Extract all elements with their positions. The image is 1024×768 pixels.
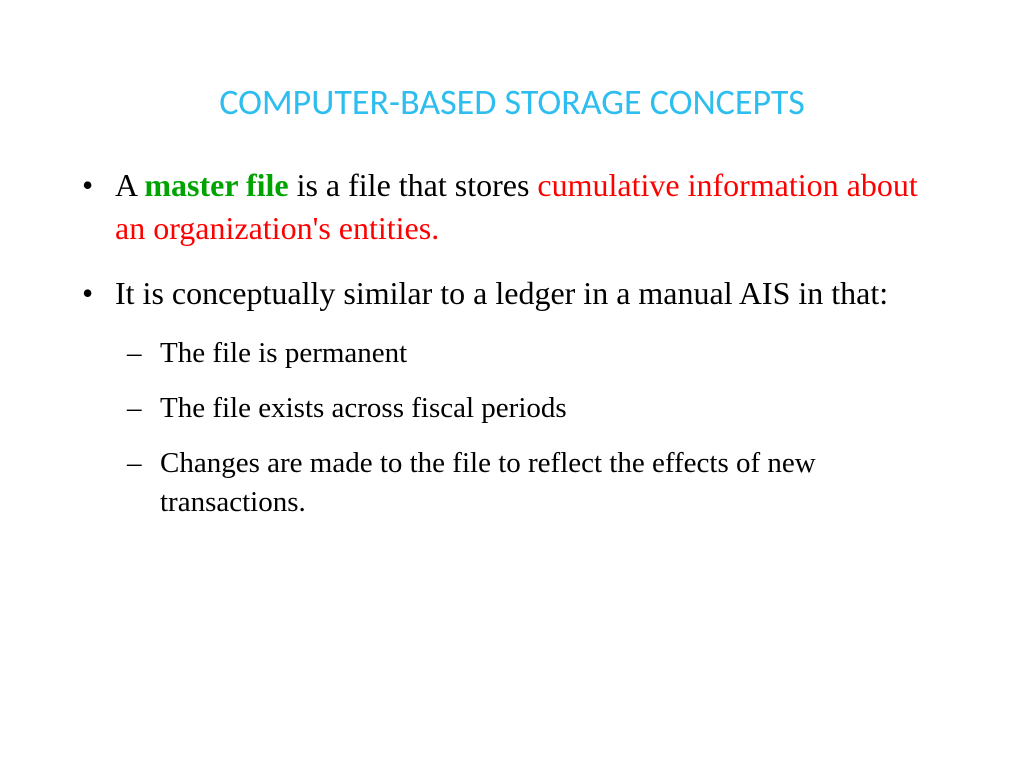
bullet-item-1: A master file is a file that stores cumu… xyxy=(70,164,954,250)
sub-item-1: The file is permanent xyxy=(115,334,954,373)
sub-item-2: The file exists across fiscal periods xyxy=(115,389,954,428)
bullet2-text: It is conceptually similar to a ledger i… xyxy=(115,275,888,311)
bullet1-mid: is a file that stores xyxy=(289,167,538,203)
slide-title: COMPUTER-BASED STORAGE CONCEPTS xyxy=(70,80,954,124)
sub-bullet-list: The file is permanent The file exists ac… xyxy=(115,334,954,523)
bullet1-green-term: master file xyxy=(144,167,288,203)
main-bullet-list: A master file is a file that stores cumu… xyxy=(70,164,954,522)
bullet1-pre: A xyxy=(115,167,144,203)
bullet-item-2: It is conceptually similar to a ledger i… xyxy=(70,272,954,522)
sub-item-3: Changes are made to the file to reflect … xyxy=(115,444,954,522)
